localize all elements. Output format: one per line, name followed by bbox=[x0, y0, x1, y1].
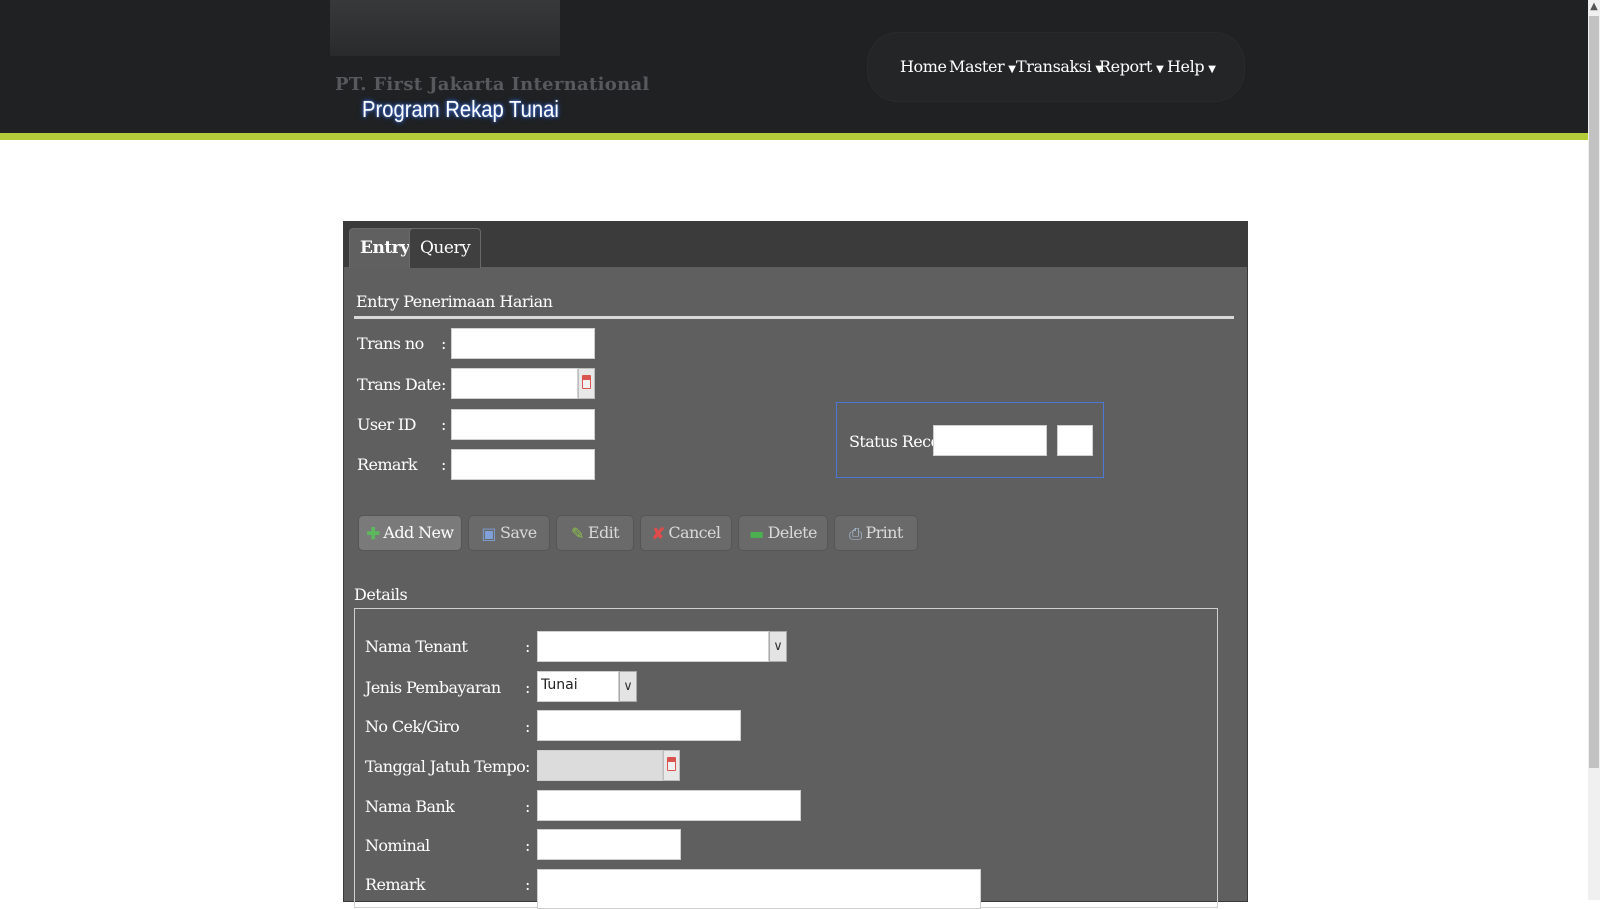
nama-bank-input[interactable] bbox=[537, 790, 801, 821]
nav-report[interactable]: Report ▼ bbox=[1099, 57, 1164, 76]
nominal-label: Nominal bbox=[365, 836, 430, 855]
header-accent-line bbox=[0, 133, 1588, 140]
colon: : bbox=[525, 797, 531, 816]
no-cek-giro-label: No Cek/Giro bbox=[365, 717, 460, 736]
save-label: Save bbox=[499, 523, 537, 542]
cancel-button[interactable]: ✘ Cancel bbox=[640, 515, 732, 551]
nav-report-label: Report bbox=[1099, 57, 1153, 76]
trans-no-label: Trans no bbox=[357, 334, 424, 353]
tab-bar: Entry Query bbox=[344, 222, 1247, 268]
tanggal-jatuh-tempo-label: Tanggal Jatuh Tempo bbox=[365, 757, 526, 776]
tanggal-jatuh-tempo-input[interactable] bbox=[537, 750, 663, 781]
chevron-down-icon[interactable]: ∨ bbox=[769, 631, 787, 662]
edit-button[interactable]: ✎ Edit bbox=[556, 515, 634, 551]
print-button[interactable]: ⎙ Print bbox=[834, 515, 918, 551]
colon: : bbox=[441, 375, 447, 394]
delete-label: Delete bbox=[767, 523, 818, 542]
save-button[interactable]: ▣ Save bbox=[468, 515, 550, 551]
chevron-down-icon: ▼ bbox=[1208, 64, 1216, 75]
colon: : bbox=[525, 875, 531, 894]
company-name: PT. First Jakarta International bbox=[335, 74, 650, 95]
details-title: Details bbox=[354, 585, 408, 604]
print-label: Print bbox=[865, 523, 903, 542]
details-remark-input[interactable] bbox=[537, 869, 981, 909]
plus-icon: ✚ bbox=[366, 523, 380, 543]
trans-date-input[interactable] bbox=[451, 368, 578, 399]
floppy-disk-icon: ▣ bbox=[481, 523, 496, 543]
nav-transaksi[interactable]: Transaksi ▼ bbox=[1016, 57, 1103, 76]
chevron-down-icon: ▼ bbox=[1008, 64, 1016, 75]
nav-home-label: Home bbox=[900, 57, 947, 76]
page-scrollbar[interactable]: ▲ bbox=[1588, 0, 1600, 900]
jenis-pembayaran-select[interactable]: Tunai bbox=[537, 671, 619, 702]
no-cek-giro-input[interactable] bbox=[537, 710, 741, 741]
remark-input[interactable] bbox=[451, 449, 595, 480]
nav-master-label: Master bbox=[949, 57, 1005, 76]
user-id-label: User ID bbox=[357, 415, 416, 434]
nav-transaksi-label: Transaksi bbox=[1016, 57, 1092, 76]
section-title: Entry Penerimaan Harian bbox=[356, 292, 553, 311]
close-icon: ✘ bbox=[651, 523, 665, 543]
add-new-button[interactable]: ✚ Add New bbox=[358, 515, 462, 551]
nav-home[interactable]: Home bbox=[900, 57, 947, 76]
header-bar: PT. First Jakarta International Program … bbox=[0, 0, 1588, 133]
edit-label: Edit bbox=[587, 523, 620, 542]
company-logo bbox=[330, 0, 560, 56]
trans-no-input[interactable] bbox=[451, 328, 595, 359]
scroll-up-icon[interactable]: ▲ bbox=[1589, 0, 1599, 14]
calendar-icon[interactable] bbox=[663, 750, 680, 781]
scrollbar-thumb[interactable] bbox=[1589, 16, 1599, 768]
add-new-label: Add New bbox=[383, 523, 454, 542]
printer-icon: ⎙ bbox=[849, 523, 862, 543]
colon: : bbox=[525, 678, 531, 697]
chevron-down-icon[interactable]: ∨ bbox=[619, 671, 637, 702]
status-record-input[interactable] bbox=[933, 425, 1047, 456]
status-record-box: Status Record : bbox=[836, 402, 1104, 478]
colon: : bbox=[525, 637, 531, 656]
nama-bank-label: Nama Bank bbox=[365, 797, 455, 816]
delete-button[interactable]: ▬ Delete bbox=[738, 515, 828, 551]
pencil-icon: ✎ bbox=[571, 523, 584, 543]
colon: : bbox=[525, 717, 531, 736]
colon: : bbox=[441, 415, 447, 434]
colon: : bbox=[441, 455, 447, 474]
remark-label: Remark bbox=[357, 455, 418, 474]
nav-help-label: Help bbox=[1167, 57, 1205, 76]
nominal-input[interactable] bbox=[537, 829, 681, 860]
nav-master[interactable]: Master ▼ bbox=[949, 57, 1016, 76]
status-record-code-input[interactable] bbox=[1057, 425, 1093, 456]
calendar-icon[interactable] bbox=[578, 368, 595, 399]
tab-query[interactable]: Query bbox=[409, 228, 482, 268]
main-nav: Home Master ▼ Transaksi ▼ Report ▼ Help ▼ bbox=[868, 33, 1244, 101]
colon: : bbox=[525, 757, 531, 776]
colon: : bbox=[525, 836, 531, 855]
jenis-pembayaran-label: Jenis Pembayaran bbox=[365, 678, 501, 697]
user-id-input[interactable] bbox=[451, 409, 595, 440]
section-divider bbox=[354, 316, 1234, 319]
nav-help[interactable]: Help ▼ bbox=[1167, 57, 1216, 76]
trans-date-label: Trans Date bbox=[357, 375, 441, 394]
colon: : bbox=[441, 334, 447, 353]
cancel-label: Cancel bbox=[668, 523, 721, 542]
nama-tenant-select[interactable] bbox=[537, 631, 769, 662]
details-remark-label: Remark bbox=[365, 875, 426, 894]
minus-icon: ▬ bbox=[749, 523, 764, 543]
nama-tenant-label: Nama Tenant bbox=[365, 637, 468, 656]
entry-panel: Entry Query Entry Penerimaan Harian Tran… bbox=[343, 221, 1248, 909]
app-title: Program Rekap Tunai bbox=[362, 96, 559, 122]
details-box: Nama Tenant : ∨ Jenis Pembayaran : Tunai… bbox=[354, 608, 1218, 909]
chevron-down-icon: ▼ bbox=[1156, 64, 1164, 75]
